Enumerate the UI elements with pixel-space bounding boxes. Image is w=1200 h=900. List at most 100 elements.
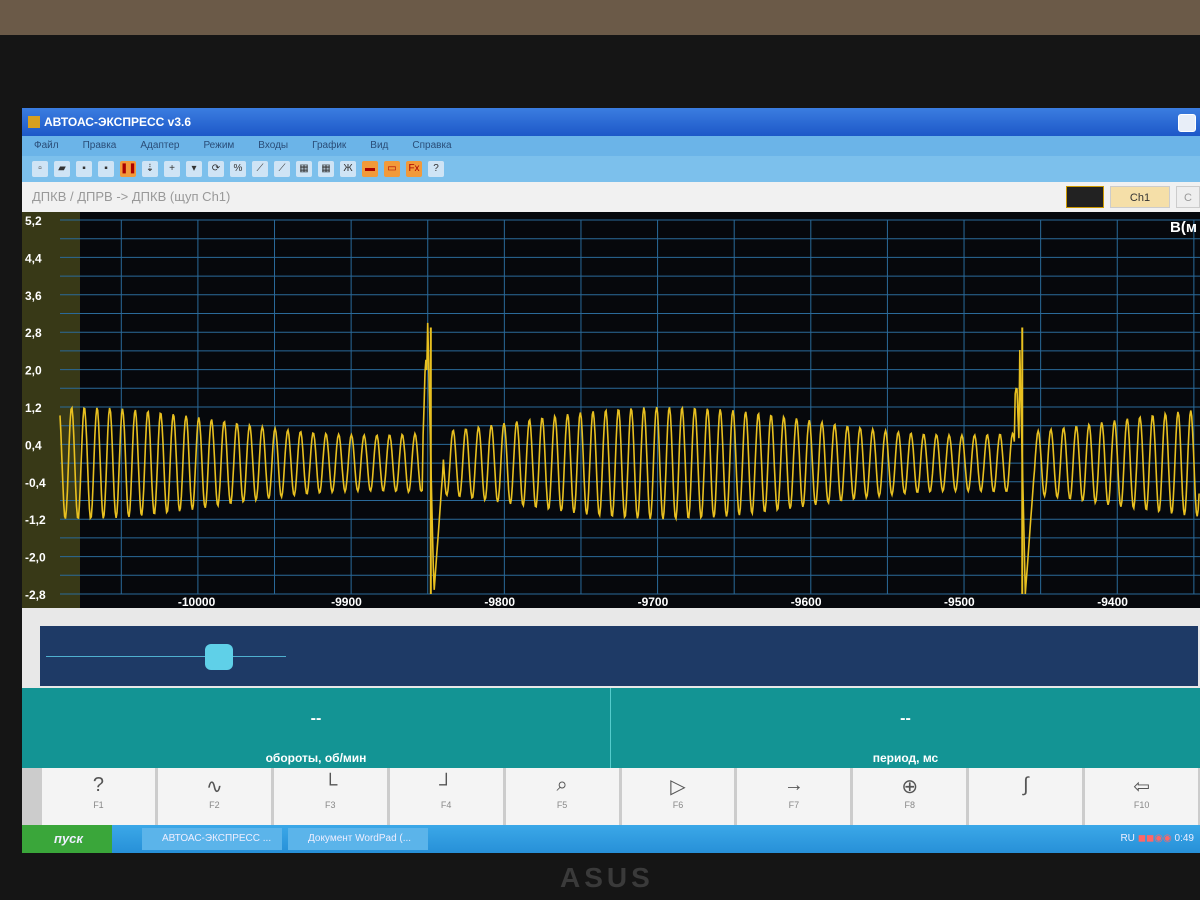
save-as-icon[interactable]: ▪ bbox=[98, 161, 114, 177]
display-mode-icon[interactable]: ▬ bbox=[362, 161, 378, 177]
menu-view[interactable]: Вид bbox=[370, 140, 388, 151]
y-axis-icon: ┘ bbox=[439, 774, 454, 796]
measure2-icon[interactable]: ⟋ bbox=[274, 161, 290, 177]
period-readout: -- период, мс bbox=[611, 688, 1200, 768]
readout-panel: -- обороты, об/мин -- период, мс bbox=[22, 688, 1200, 768]
measure-icon[interactable]: ⟋ bbox=[252, 161, 268, 177]
crosshair-icon: ⊕ bbox=[901, 776, 919, 798]
x-tick-label: -9400 bbox=[1097, 595, 1128, 608]
clock: 0:49 bbox=[1174, 833, 1194, 844]
play-trigger-icon: ▷ bbox=[670, 776, 686, 798]
language-indicator[interactable]: RU bbox=[1120, 833, 1134, 844]
fkey-blank[interactable]: ∫ bbox=[969, 768, 1083, 825]
refresh-icon[interactable]: ⟳ bbox=[208, 161, 224, 177]
y-tick-label: -0,4 bbox=[25, 476, 46, 490]
period-value: -- bbox=[900, 710, 911, 727]
y-tick-label: 3,6 bbox=[25, 289, 42, 303]
overview-strip[interactable] bbox=[22, 608, 1200, 688]
exit-icon: ⇦ bbox=[1133, 776, 1150, 798]
menu-file[interactable]: Файл bbox=[34, 140, 59, 151]
y-tick-label: -2,8 bbox=[25, 588, 46, 602]
channel-next-button[interactable]: C bbox=[1176, 186, 1200, 208]
plot-background bbox=[22, 212, 1200, 608]
channel-select-icon[interactable]: ▾ bbox=[186, 161, 202, 177]
overview-line bbox=[46, 656, 286, 657]
rpm-label: обороты, об/мин bbox=[265, 751, 367, 765]
x-axis-icon: └ bbox=[323, 774, 338, 796]
toolbar: ▫ ▰ ▪ ▪ ❚❚ ⇣ + ▾ ⟳% ⟋ ⟋ ▦ ▦ Ж ▬ ▭ Fx? bbox=[22, 156, 1200, 182]
fkey-label: F6 bbox=[672, 800, 684, 810]
x-tick-label: -9700 bbox=[638, 595, 669, 608]
window-title: АВТОАС-ЭКСПРЕСС v3.6 bbox=[44, 115, 191, 129]
x-tick-label: -9900 bbox=[331, 595, 362, 608]
fkey-label: F2 bbox=[209, 800, 220, 810]
rpm-value: -- bbox=[310, 710, 322, 727]
y-tick-label: 0,4 bbox=[25, 438, 42, 452]
pause-button[interactable]: ❚❚ bbox=[120, 161, 137, 177]
menu-inputs[interactable]: Входы bbox=[258, 140, 288, 151]
fkey-f7[interactable]: → F7 bbox=[737, 768, 851, 825]
fkey-f2[interactable]: ∿ F2 bbox=[157, 768, 271, 825]
close-button[interactable] bbox=[1178, 114, 1196, 132]
oscilloscope-plot[interactable]: 5,2 4,4 3,6 2,8 2,0 1,2 0,4 -0,4 -1,2 -2,0 -2,8 -10… bbox=[22, 212, 1200, 608]
probe-indicator-icon[interactable] bbox=[1066, 186, 1104, 208]
fkey-label: F8 bbox=[904, 800, 916, 810]
menu-bar: Файл Правка Адаптер Режим Входы График Вид Спра… bbox=[22, 136, 1200, 156]
title-bar: АВТОАС-ЭКСПРЕСС v3.6 bbox=[22, 108, 1200, 136]
arrow-right-icon: → bbox=[783, 774, 804, 796]
y-tick-label: 4,4 bbox=[25, 251, 42, 265]
taskbar-app-avtoas[interactable]: АВТОАС-ЭКСПРЕСС ... bbox=[142, 828, 282, 850]
fkey-label: F5 bbox=[556, 800, 568, 810]
fx-button[interactable]: Fx bbox=[406, 161, 422, 177]
bold-button[interactable]: Ж bbox=[340, 161, 356, 177]
y-tick-label: 2,8 bbox=[25, 326, 42, 340]
path-bar: ДПКВ / ДПРВ -> ДПКВ (щуп Ch1) Ch1 C bbox=[22, 182, 1200, 212]
overview-waveform[interactable] bbox=[40, 626, 1198, 686]
monitor-icon[interactable]: ▭ bbox=[384, 161, 400, 177]
fkey-f1[interactable]: ? F1 bbox=[42, 768, 155, 825]
sine-icon: ∿ bbox=[205, 776, 223, 798]
units-label: В(м bbox=[1170, 219, 1197, 236]
probe-icon[interactable]: ⇣ bbox=[142, 161, 158, 177]
probe-icon: ⌕ bbox=[556, 774, 568, 796]
x-tick-label: -10000 bbox=[178, 595, 216, 608]
menu-graph[interactable]: График bbox=[312, 140, 346, 151]
zoom-icon[interactable]: % bbox=[230, 161, 246, 177]
wall-background bbox=[0, 0, 1200, 40]
save-icon[interactable]: ▪ bbox=[76, 161, 92, 177]
system-tray: RU ◼◼◉◉ 0:49 bbox=[1120, 825, 1194, 853]
fkey-f4[interactable]: ┘ F4 bbox=[389, 768, 503, 825]
fkey-f10[interactable]: ⇦ F10 bbox=[1085, 768, 1199, 825]
channel-button[interactable]: Ch1 bbox=[1110, 186, 1170, 208]
x-tick-label: -9600 bbox=[791, 595, 822, 608]
fkey-f3[interactable]: └ F3 bbox=[273, 768, 387, 825]
x-tick-label: -9500 bbox=[944, 595, 975, 608]
fkey-label: F3 bbox=[325, 800, 336, 810]
overview-window-marker[interactable] bbox=[205, 644, 233, 670]
start-button[interactable]: пуск bbox=[22, 825, 112, 853]
export-icon[interactable]: ▦ bbox=[318, 161, 334, 177]
taskbar: пуск АВТОАС-ЭКСПРЕСС ... Документ WordPa… bbox=[22, 825, 1200, 853]
taskbar-app-wordpad[interactable]: Документ WordPad (... bbox=[288, 828, 428, 850]
tray-icons[interactable]: ◼◼◉◉ bbox=[1138, 833, 1172, 844]
menu-help[interactable]: Справка bbox=[412, 140, 451, 151]
menu-adapter[interactable]: Адаптер bbox=[140, 140, 179, 151]
menu-mode[interactable]: Режим bbox=[203, 140, 234, 151]
laptop-brand-logo: ASUS bbox=[560, 862, 654, 893]
screen: АВТОАС-ЭКСПРЕСС v3.6 Файл Правка Адаптер Ре… bbox=[22, 108, 1200, 853]
help-icon[interactable]: ? bbox=[428, 161, 444, 177]
fkey-f8[interactable]: ⊕ F8 bbox=[853, 768, 967, 825]
fkey-f6[interactable]: ▷ F6 bbox=[621, 768, 735, 825]
fkey-label: F4 bbox=[440, 800, 452, 810]
fkey-f5[interactable]: ⌕ F5 bbox=[505, 768, 619, 825]
y-tick-label: -1,2 bbox=[25, 513, 46, 527]
cursor-icon[interactable]: + bbox=[164, 161, 180, 177]
help-icon: ? bbox=[92, 774, 105, 796]
print-icon[interactable]: ▦ bbox=[296, 161, 312, 177]
new-file-icon[interactable]: ▫ bbox=[32, 161, 48, 177]
open-folder-icon[interactable]: ▰ bbox=[54, 161, 70, 177]
fkey-label: F1 bbox=[93, 800, 104, 810]
menu-edit[interactable]: Правка bbox=[83, 140, 117, 151]
signal-path: ДПКВ / ДПРВ -> ДПКВ (щуп Ch1) bbox=[32, 189, 231, 204]
x-tick-label: -9800 bbox=[484, 595, 515, 608]
